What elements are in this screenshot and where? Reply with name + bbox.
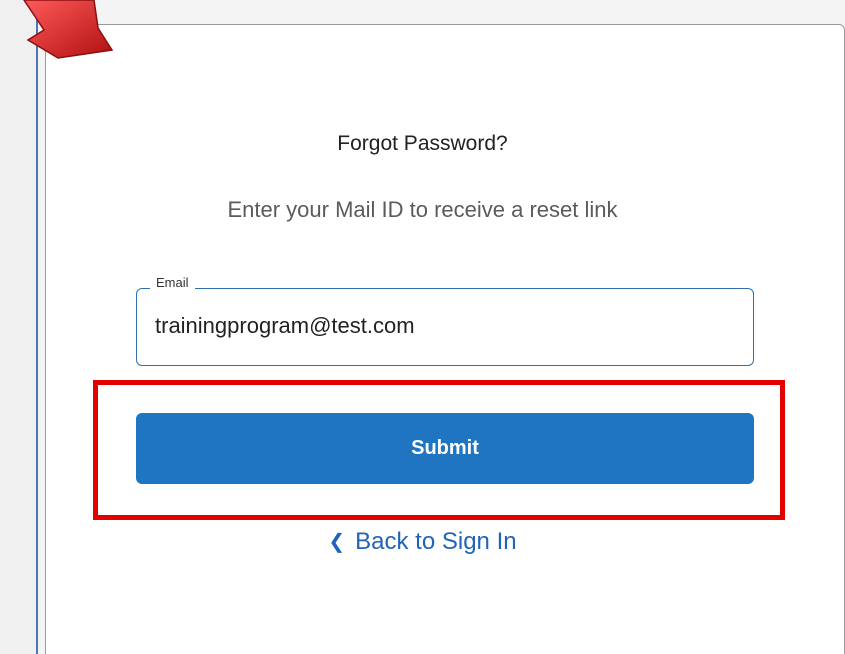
chevron-left-icon: ❮	[328, 531, 346, 553]
page-subtitle: Enter your Mail ID to receive a reset li…	[227, 197, 618, 222]
back-to-sign-in-label: Back to Sign In	[355, 528, 517, 555]
email-field-label: Email	[150, 275, 195, 290]
page-title: Forgot Password?	[337, 132, 508, 155]
highlight-box	[93, 380, 785, 520]
email-input[interactable]	[155, 313, 715, 339]
email-field[interactable]	[136, 288, 754, 366]
back-to-sign-in-link[interactable]: ❮ Back to Sign In	[0, 528, 845, 556]
screenshot-canvas: Forgot Password? Enter your Mail ID to r…	[0, 0, 845, 654]
pointer-arrow-icon	[23, 0, 114, 59]
